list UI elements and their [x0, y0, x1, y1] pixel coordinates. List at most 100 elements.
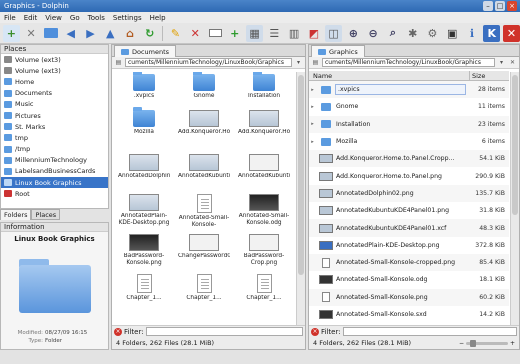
column-size[interactable]: Size: [469, 71, 509, 80]
grid-item[interactable]: ChangePassword01.png: [178, 234, 230, 267]
scroll-thumb[interactable]: [298, 75, 304, 275]
table-row[interactable]: Annotated-Small-Konsole.png 60.2 KiB: [309, 288, 509, 306]
menu-tools[interactable]: Tools: [88, 14, 105, 22]
tab-places[interactable]: Places: [31, 209, 61, 220]
place-st-marks[interactable]: St. Marks: [1, 121, 108, 132]
zoom-knob[interactable]: [470, 339, 477, 347]
close-view-icon[interactable]: ✕: [508, 58, 517, 67]
columns-view-icon[interactable]: ▥: [286, 25, 303, 42]
back-icon[interactable]: ◀: [62, 25, 79, 42]
place-slash-tmp[interactable]: /tmp: [1, 144, 108, 155]
place-volume-1[interactable]: Volume (ext3): [1, 54, 108, 65]
tab-documents[interactable]: Documents: [114, 45, 177, 57]
trash-icon[interactable]: ✕: [187, 25, 204, 42]
place-root[interactable]: Root: [1, 188, 108, 199]
grid-item[interactable]: AnnotatedKubuntuKDE4Panel01.png: [178, 154, 230, 187]
grid-item[interactable]: AnnotatedKubuntuKDE4Panel01.xcf: [238, 154, 290, 187]
search-icon[interactable]: ⌕: [385, 25, 402, 42]
close-filter-icon[interactable]: ×: [114, 327, 122, 336]
menu-edit[interactable]: Edit: [24, 14, 38, 22]
table-row[interactable]: AnnotatedDolphin02.png 135.7 KiB: [309, 184, 509, 203]
menu-go[interactable]: Go: [70, 14, 80, 22]
new-document-icon[interactable]: ✎: [167, 25, 184, 42]
expand-icon[interactable]: ▸: [309, 104, 316, 110]
new-folder-icon[interactable]: +: [3, 24, 20, 42]
minimize-button[interactable]: –: [483, 1, 493, 11]
home-icon[interactable]: ⌂: [122, 25, 139, 42]
right-scrollbar[interactable]: [510, 72, 519, 325]
up-icon[interactable]: ▲: [102, 25, 119, 42]
split-view-icon[interactable]: ◫: [325, 24, 342, 42]
tab-graphics[interactable]: Graphics: [311, 45, 365, 57]
grid-item[interactable]: Chapter_1...: [238, 274, 290, 309]
place-tmp[interactable]: tmp: [1, 132, 108, 143]
place-volume-2[interactable]: Volume (ext3): [1, 65, 108, 76]
expand-icon[interactable]: ▸: [309, 121, 316, 127]
table-row[interactable]: AnnotatedKubuntuKDE4Panel01.xcf 48.3 KiB: [309, 219, 509, 237]
place-labels[interactable]: LabelsandBusinessCards: [1, 166, 108, 177]
menu-settings[interactable]: Settings: [113, 14, 142, 22]
menu-view[interactable]: View: [45, 14, 62, 22]
place-home[interactable]: Home: [1, 76, 108, 87]
preview-icon[interactable]: ◩: [305, 25, 322, 42]
right-filter-input[interactable]: [342, 327, 517, 336]
zoom-out-icon[interactable]: ⊖: [365, 25, 382, 42]
table-row[interactable]: Annotated-Small-Konsole.odg 18.1 KiB: [309, 271, 509, 288]
terminal-icon[interactable]: ▣: [444, 25, 461, 42]
table-row[interactable]: AnnotatedPlain-KDE-Desktop.png 372.8 KiB: [309, 237, 509, 254]
table-row[interactable]: ▸ Installation 23 items: [309, 115, 509, 133]
expand-icon[interactable]: ▸: [309, 139, 316, 145]
left-filter-input[interactable]: [145, 327, 303, 336]
zoom-in-icon[interactable]: ⊕: [345, 25, 362, 42]
zoom-slider[interactable]: − +: [459, 339, 515, 347]
grid-item[interactable]: Chapter_1...: [118, 274, 170, 309]
location-icon[interactable]: ▤: [311, 58, 320, 67]
settings-icon[interactable]: ⚙: [424, 25, 441, 42]
place-music[interactable]: Music: [1, 99, 108, 110]
place-linux-book-graphics[interactable]: Linux Book Graphics: [1, 177, 108, 189]
table-row[interactable]: ▸ Gnome 11 items: [309, 98, 509, 115]
left-scrollbar[interactable]: [296, 72, 305, 325]
reload-icon[interactable]: ↻: [141, 25, 158, 42]
create-icon[interactable]: +: [226, 25, 243, 42]
maximize-button[interactable]: □: [495, 1, 505, 11]
grid-item[interactable]: Annotated-Small-Konsole-cropped.png: [178, 194, 230, 229]
grid-item[interactable]: AnnotatedDolphin02.png: [118, 154, 170, 187]
right-url-input[interactable]: cuments/MillenniumTechnology/LinuxBook/G…: [322, 58, 495, 67]
forward-icon[interactable]: ▶: [82, 25, 99, 42]
grid-item[interactable]: Chapter_1...: [178, 274, 230, 309]
grid-item[interactable]: AnnotatedPlain-KDE-Desktop.png: [118, 194, 170, 227]
table-row[interactable]: ▸ Mozilla 6 items: [309, 133, 509, 150]
table-row[interactable]: ▸ .xvpics 28 items: [309, 81, 509, 99]
grid-item[interactable]: Installation: [238, 72, 290, 107]
scroll-thumb[interactable]: [512, 75, 518, 215]
menu-help[interactable]: Help: [150, 14, 166, 22]
icons-view-icon[interactable]: ▦: [246, 24, 263, 42]
close-button[interactable]: ×: [507, 1, 517, 11]
tools-icon[interactable]: ✱: [404, 25, 421, 42]
column-name[interactable]: Name: [309, 71, 469, 80]
table-row[interactable]: Annotated-Small-Konsole-cropped.png 85.4 …: [309, 253, 509, 272]
menu-file[interactable]: File: [4, 14, 16, 22]
grid-item[interactable]: BadPassword-Konsole.png: [118, 234, 170, 267]
quit-icon[interactable]: ✕: [503, 24, 520, 42]
grid-item[interactable]: Add.Konqueror.Home.to.Panel.Cropped.png: [178, 110, 230, 143]
rename-icon[interactable]: [207, 25, 224, 42]
expand-icon[interactable]: ▸: [309, 87, 316, 93]
tab-folders[interactable]: Folders: [0, 209, 32, 220]
place-millennium[interactable]: MillenniumTechnology: [1, 155, 108, 166]
table-row[interactable]: Add.Konqueror.Home.to.Panel.png 290.9 KiB: [309, 167, 509, 184]
delete-icon[interactable]: ✕: [23, 25, 40, 42]
close-filter-icon[interactable]: ×: [311, 327, 319, 336]
zoom-track[interactable]: [466, 339, 508, 347]
table-row[interactable]: Annotated-Small-Konsole.sxd 14.2 KiB: [309, 306, 509, 323]
grid-item[interactable]: BadPassword-Crop.png: [238, 234, 290, 267]
place-pictures[interactable]: Pictures: [1, 110, 108, 121]
place-documents[interactable]: Documents: [1, 88, 108, 99]
left-url-input[interactable]: cuments/MillenniumTechnology/LinuxBook/G…: [125, 58, 292, 67]
chevron-down-icon[interactable]: ▾: [294, 58, 303, 67]
table-row[interactable]: Add.Konqueror.Home.to.Panel.Cropp... 54.1…: [309, 150, 509, 168]
location-icon[interactable]: ▤: [114, 58, 123, 67]
kde-icon[interactable]: K: [483, 24, 501, 42]
chevron-down-icon[interactable]: ▾: [497, 58, 506, 67]
